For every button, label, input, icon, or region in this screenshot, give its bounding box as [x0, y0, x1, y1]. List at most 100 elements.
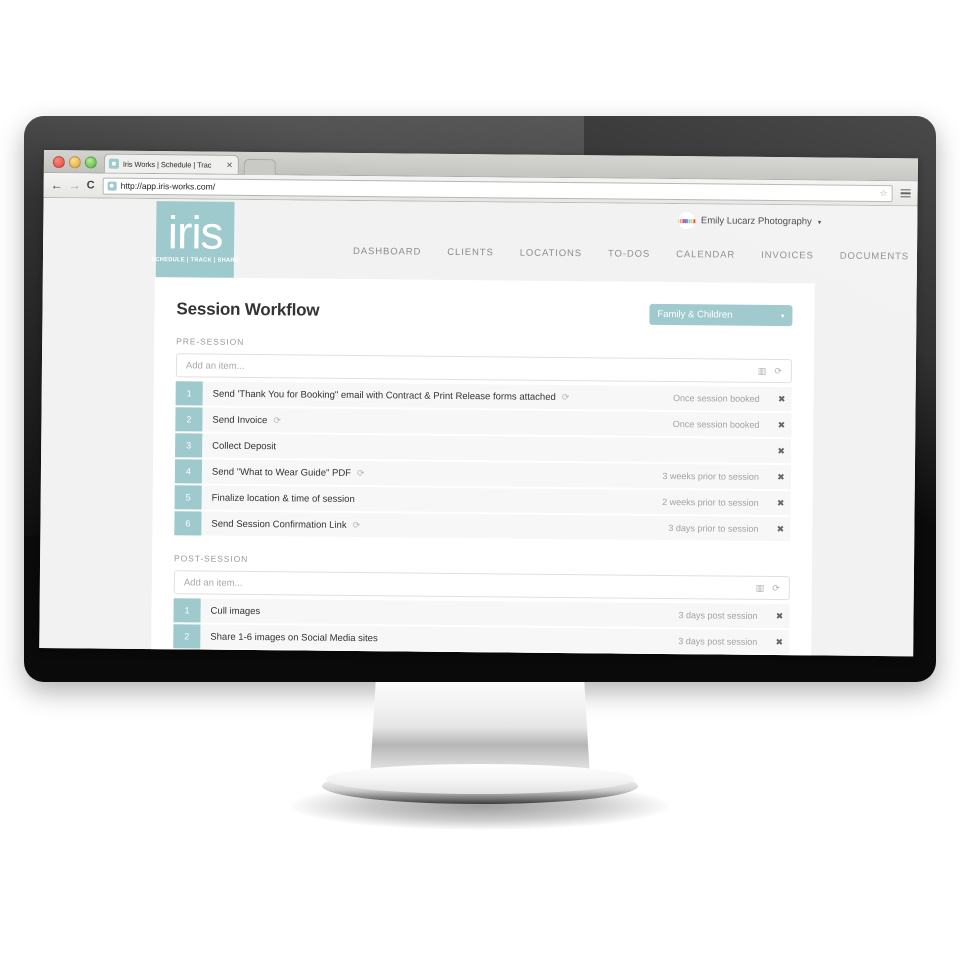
table-row[interactable]: 2 Share 1-6 images on Social Media sites 3…: [173, 624, 790, 655]
hamburger-menu-icon[interactable]: [899, 188, 911, 198]
nav-link-clients[interactable]: CLIENTS: [447, 247, 494, 258]
delete-task-icon[interactable]: ✖: [771, 413, 791, 437]
back-button[interactable]: ←: [51, 178, 63, 192]
calendar-icon[interactable]: ▥: [758, 365, 767, 376]
table-row[interactable]: 4 Send "What to Wear Guide" PDF ⟳ 3 weeks p…: [174, 459, 792, 490]
avatar-dots-icon: [677, 218, 695, 223]
reload-button[interactable]: C: [87, 179, 95, 191]
window-maximize-button[interactable]: [84, 156, 97, 169]
bookmark-star-icon[interactable]: ☆: [879, 188, 888, 199]
delete-task-icon[interactable]: ✖: [770, 517, 790, 541]
task-order-badge[interactable]: 4: [174, 459, 203, 484]
chevron-down-icon[interactable]: ▾: [818, 218, 822, 226]
task-due-label: Once session booked: [673, 393, 760, 404]
tab-favicon-icon: [108, 158, 119, 169]
avatar: [677, 212, 696, 230]
task-order-badge[interactable]: 1: [175, 381, 203, 406]
nav-link-dashboard[interactable]: DASHBOARD: [353, 246, 421, 258]
task-main: Collect Deposit: [202, 434, 759, 463]
workflow-sections: PRE-SESSION Add an item... ▥ ⟳ 1 Send 'Thank …: [151, 320, 814, 655]
add-item-input-1[interactable]: Add an item... ▥ ⟳: [173, 570, 790, 601]
task-due-label: [759, 439, 771, 463]
delete-task-icon[interactable]: ✖: [772, 387, 792, 411]
task-order-badge[interactable]: 3: [175, 433, 203, 458]
nav-link-locations[interactable]: LOCATIONS: [520, 248, 582, 260]
task-text[interactable]: Send "What to Wear Guide" PDF: [212, 466, 351, 478]
browser-tab-active[interactable]: Iris Works | Schedule | Trac ✕: [103, 153, 239, 174]
page-title: Session Workflow: [176, 299, 320, 320]
nav-link-calendar[interactable]: CALENDAR: [676, 249, 735, 261]
repeat-icon[interactable]: ⟳: [772, 583, 780, 594]
window-controls-icon[interactable]: [904, 162, 913, 171]
task-main: Send 'Thank You for Booking" email with …: [203, 382, 674, 411]
delete-task-icon[interactable]: ✖: [769, 604, 789, 628]
tab-title: Iris Works | Schedule | Trac: [122, 159, 212, 170]
table-row[interactable]: 6 Send Session Confirmation Link ⟳ 3 days p…: [174, 511, 791, 542]
task-main: Cull images: [200, 599, 678, 628]
new-tab-button[interactable]: [243, 158, 276, 176]
nav-link-documents[interactable]: DOCUMENTS: [840, 251, 909, 263]
nav-link-to-dos[interactable]: TO-DOS: [608, 248, 650, 259]
task-main: Finalize location & time of session: [202, 486, 663, 514]
table-row[interactable]: 3 Collect Deposit ✖: [175, 433, 792, 464]
task-due-label: 3 days prior to session: [668, 523, 759, 534]
logo-wordmark: iris: [167, 206, 223, 259]
delete-task-icon[interactable]: ✖: [769, 630, 789, 654]
workflow-type-value: Family & Children: [657, 308, 733, 321]
add-item-placeholder: Add an item...: [185, 359, 245, 372]
task-order-badge[interactable]: 2: [173, 624, 201, 649]
task-text[interactable]: Send Invoice: [212, 414, 267, 426]
delete-task-icon[interactable]: ✖: [771, 439, 791, 463]
iris-logo[interactable]: iris SCHEDULE | TRACK | SHARE: [151, 201, 239, 280]
task-order-badge[interactable]: 1: [173, 598, 201, 623]
task-list-1: 1 Cull images 3 days post session ✖ 2 Share 1…: [173, 598, 790, 655]
repeat-icon[interactable]: ⟳: [273, 415, 281, 426]
table-row[interactable]: 5 Finalize location & time of session 2 we…: [174, 485, 791, 516]
calendar-icon[interactable]: ▥: [756, 582, 765, 593]
table-row[interactable]: 1 Send 'Thank You for Booking" email with…: [175, 381, 792, 412]
address-bar[interactable]: http://app.iris-works.com/ ☆: [102, 177, 893, 202]
nav-link-invoices[interactable]: INVOICES: [761, 250, 814, 262]
logo-tagline: SCHEDULE | TRACK | SHARE: [151, 256, 239, 264]
task-due-label: 3 days post session: [678, 636, 758, 647]
task-text[interactable]: Send Session Confirmation Link: [211, 518, 346, 530]
task-text[interactable]: Cull images: [211, 605, 261, 616]
delete-task-icon[interactable]: ✖: [771, 491, 791, 515]
task-text[interactable]: Finalize location & time of session: [212, 492, 355, 504]
monitor-stand-base-top: [326, 764, 634, 794]
chevron-down-icon: ▾: [780, 312, 785, 320]
repeat-icon[interactable]: ⟳: [562, 391, 570, 402]
add-item-icons: ▥ ⟳: [756, 582, 780, 593]
task-due-label: 3 weeks prior to session: [662, 470, 759, 482]
repeat-icon[interactable]: ⟳: [774, 366, 782, 377]
main-nav: DASHBOARD CLIENTS LOCATIONS TO-DOS CALENDAR I…: [353, 246, 909, 262]
task-text[interactable]: Collect Deposit: [212, 440, 276, 452]
task-due-label: Once session booked: [672, 419, 760, 430]
table-row[interactable]: 1 Cull images 3 days post session ✖: [173, 598, 790, 629]
user-menu[interactable]: Emily Lucarz Photography ▾: [677, 212, 822, 230]
browser-window: Iris Works | Schedule | Trac ✕ ← → C htt…: [39, 150, 918, 657]
add-item-input-0[interactable]: Add an item... ▥ ⟳: [175, 353, 793, 384]
repeat-icon[interactable]: ⟳: [357, 468, 365, 479]
task-main: Send Invoice ⟳: [202, 408, 673, 437]
task-due-label: 2 weeks prior to session: [662, 496, 759, 508]
delete-task-icon[interactable]: ✖: [771, 465, 791, 489]
task-due-label: 3 days post session: [678, 610, 758, 621]
task-order-badge[interactable]: 2: [175, 407, 203, 432]
window-close-button[interactable]: [52, 156, 65, 169]
tab-close-icon[interactable]: ✕: [226, 160, 234, 169]
repeat-icon[interactable]: ⟳: [353, 519, 361, 530]
task-text[interactable]: Share 1-6 images on Social Media sites: [210, 631, 378, 644]
table-row[interactable]: 2 Send Invoice ⟳ Once session booked ✖: [175, 407, 792, 438]
address-bar-url: http://app.iris-works.com/: [120, 180, 216, 192]
forward-button[interactable]: →: [69, 178, 81, 192]
task-order-badge[interactable]: 6: [174, 511, 202, 536]
page-viewport: iris SCHEDULE | TRACK | SHARE Emily Luca…: [39, 197, 918, 657]
window-minimize-button[interactable]: [68, 156, 81, 169]
task-order-badge[interactable]: 5: [174, 485, 202, 510]
avatar-dot: [693, 218, 695, 223]
card-header: Session Workflow Family & Children ▾: [154, 277, 814, 327]
workflow-type-select[interactable]: Family & Children ▾: [649, 303, 793, 327]
task-text[interactable]: Send 'Thank You for Booking" email with …: [213, 388, 556, 402]
site-favicon-icon: [107, 181, 117, 191]
